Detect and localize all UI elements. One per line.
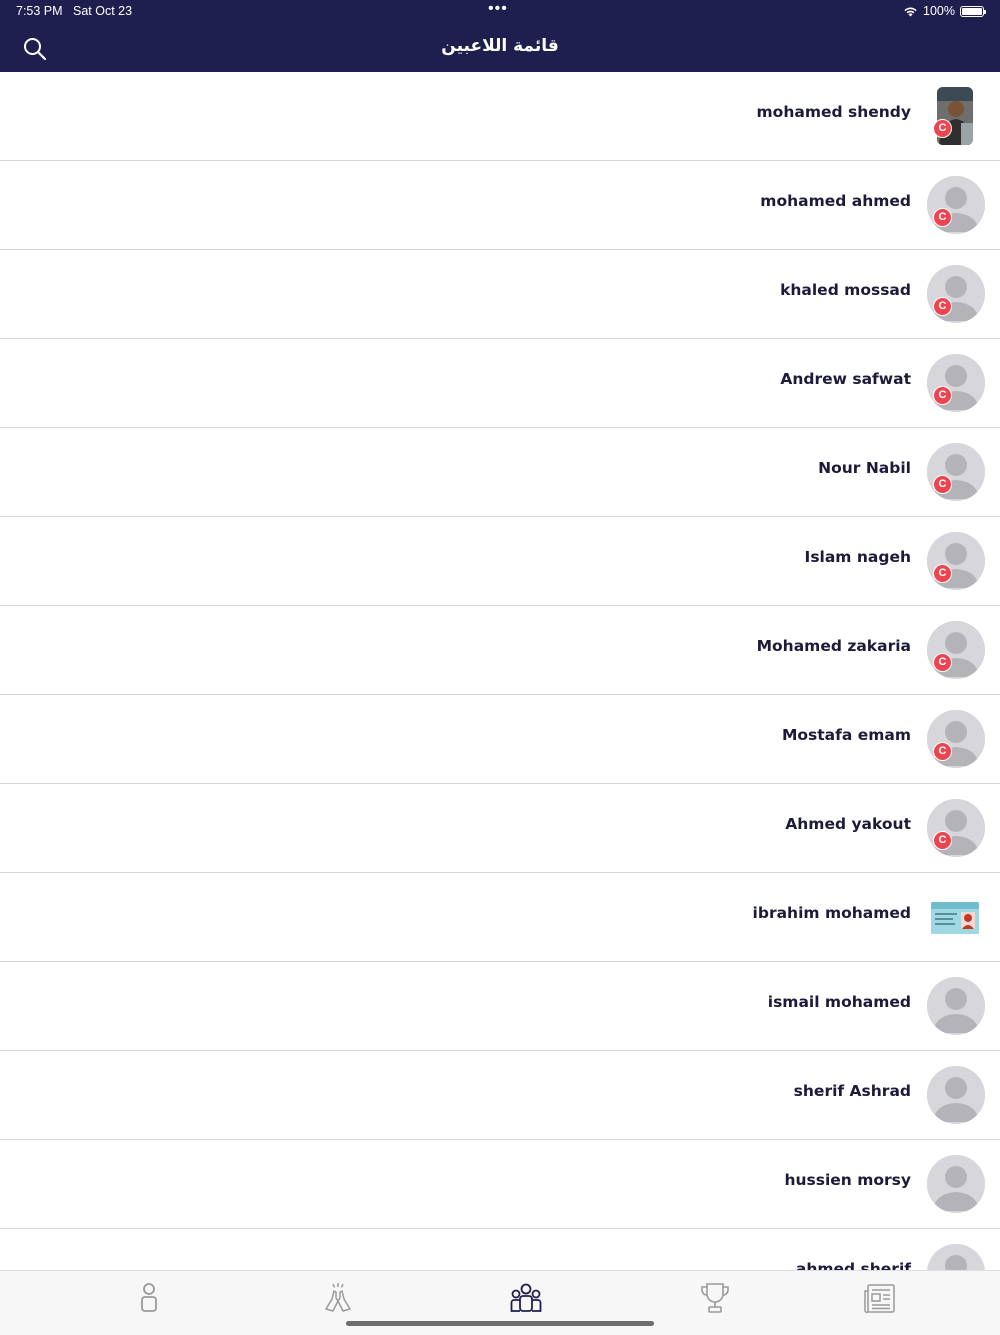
player-row[interactable]: mohamed shendy C bbox=[0, 72, 1000, 161]
wifi-icon bbox=[904, 7, 917, 16]
player-name: ibrahim mohamed bbox=[752, 904, 911, 922]
battery-icon bbox=[960, 5, 986, 17]
player-row[interactable]: mohamed ahmed C bbox=[0, 161, 1000, 250]
player-avatar bbox=[927, 710, 985, 768]
captain-badge: C bbox=[933, 742, 952, 761]
tab-tournaments[interactable] bbox=[698, 1281, 732, 1315]
high-five-icon bbox=[325, 1283, 351, 1312]
player-name: Ahmed yakout bbox=[785, 815, 911, 833]
battery-percent: 100% bbox=[923, 4, 955, 18]
player-row[interactable]: Nour Nabil C bbox=[0, 428, 1000, 517]
tab-matches[interactable] bbox=[321, 1281, 355, 1315]
player-avatar bbox=[927, 1066, 985, 1124]
app-header: 7:53 PM Sat Oct 23 ••• 100% قائمة اللاعب… bbox=[0, 0, 1000, 72]
status-right: 100% bbox=[903, 4, 986, 18]
player-avatar bbox=[927, 176, 985, 234]
player-row[interactable]: Ahmed yakout C bbox=[0, 784, 1000, 873]
player-name: khaled mossad bbox=[780, 281, 911, 299]
player-name: mohamed shendy bbox=[756, 103, 911, 121]
player-row[interactable]: sherif Ashrad bbox=[0, 1051, 1000, 1140]
tab-players[interactable] bbox=[509, 1281, 543, 1315]
player-row[interactable]: Islam nageh C bbox=[0, 517, 1000, 606]
player-row[interactable]: Andrew safwat C bbox=[0, 339, 1000, 428]
captain-badge: C bbox=[933, 653, 952, 672]
player-avatar bbox=[927, 443, 985, 501]
trophy-icon bbox=[701, 1283, 729, 1313]
status-date: Sat Oct 23 bbox=[72, 4, 133, 18]
page-title: قائمة اللاعبين bbox=[441, 36, 559, 56]
player-avatar bbox=[927, 621, 985, 679]
captain-badge: C bbox=[933, 831, 952, 850]
player-avatar bbox=[927, 532, 985, 590]
player-avatar bbox=[927, 799, 985, 857]
player-name: Nour Nabil bbox=[818, 459, 911, 477]
captain-badge: C bbox=[933, 475, 952, 494]
player-avatar bbox=[927, 1155, 985, 1213]
person-icon bbox=[141, 1283, 157, 1312]
captain-badge: C bbox=[933, 119, 952, 138]
captain-badge: C bbox=[933, 297, 952, 316]
player-name: Mostafa emam bbox=[781, 726, 911, 744]
captain-badge: C bbox=[933, 386, 952, 405]
players-list[interactable]: mohamed shendy Cmohamed ahmed Ckhaled moss… bbox=[0, 72, 1000, 1270]
player-avatar bbox=[931, 902, 979, 934]
player-row[interactable]: ibrahim mohamed bbox=[0, 873, 1000, 962]
player-name: hussien morsy bbox=[784, 1171, 911, 1189]
tab-news[interactable] bbox=[863, 1281, 897, 1315]
news-icon bbox=[864, 1284, 895, 1314]
team-icon bbox=[510, 1283, 542, 1312]
player-avatar bbox=[927, 977, 985, 1035]
player-avatar bbox=[927, 265, 985, 323]
player-row[interactable]: khaled mossad C bbox=[0, 250, 1000, 339]
player-row[interactable]: ismail mohamed bbox=[0, 962, 1000, 1051]
tab-profile[interactable] bbox=[132, 1281, 166, 1315]
player-name: mohamed ahmed bbox=[760, 192, 911, 210]
player-name: Mohamed zakaria bbox=[756, 637, 911, 655]
player-avatar bbox=[927, 1244, 985, 1270]
player-row[interactable]: hussien morsy bbox=[0, 1140, 1000, 1229]
captain-badge: C bbox=[933, 208, 952, 227]
battery-level bbox=[962, 7, 982, 15]
home-indicator[interactable] bbox=[346, 1321, 654, 1326]
player-name: ahmed sherif bbox=[795, 1260, 911, 1270]
captain-badge: C bbox=[933, 564, 952, 583]
status-time-date: 7:53 PM Sat Oct 23 bbox=[16, 4, 132, 18]
player-avatar bbox=[927, 354, 985, 412]
player-name: ismail mohamed bbox=[767, 993, 911, 1011]
player-name: sherif Ashrad bbox=[793, 1082, 911, 1100]
player-row[interactable]: Mohamed zakaria C bbox=[0, 606, 1000, 695]
player-name: Islam nageh bbox=[804, 548, 911, 566]
player-name: Andrew safwat bbox=[780, 370, 911, 388]
multitask-dots[interactable]: ••• bbox=[488, 0, 508, 18]
player-row[interactable]: Mostafa emam C bbox=[0, 695, 1000, 784]
player-row[interactable]: ahmed sherif bbox=[0, 1229, 1000, 1270]
status-time: 7:53 PM bbox=[16, 4, 63, 18]
